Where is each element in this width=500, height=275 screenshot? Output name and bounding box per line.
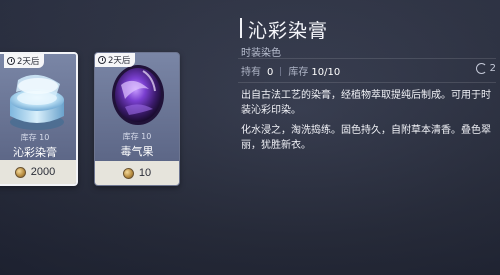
- item-price: 2000: [30, 166, 56, 178]
- item-name: 毒气果: [120, 145, 154, 158]
- refresh-icon: [475, 63, 487, 74]
- price-bar: 10: [95, 161, 179, 185]
- item-stock: 库存 10: [122, 132, 152, 141]
- item-detail-title: 沁彩染膏: [248, 20, 329, 42]
- item-stats: 持有 0 库存 10/10: [241, 63, 496, 78]
- item-stock: 库存 10: [20, 133, 50, 142]
- item-description: 出自古法工艺的染膏，经植物萃取提纯后制成。可用于时装沁彩印染。 化水浸之，淘洗捣…: [241, 88, 496, 158]
- stat-divider: [280, 67, 282, 76]
- owned-value: 0: [267, 67, 274, 78]
- time-limit-text: 2天后: [108, 56, 131, 66]
- dye-jar-icon: [10, 74, 64, 130]
- price-bar: 2000: [0, 160, 76, 184]
- stock-value: 10/10: [311, 67, 341, 78]
- item-price: 10: [138, 167, 152, 179]
- shop-item-card[interactable]: 2天后 库存 10 毒气果 10: [94, 52, 180, 186]
- time-limit-tag: 2天后: [95, 53, 136, 67]
- title-accent-bar: [240, 18, 242, 38]
- coin-icon: [14, 166, 26, 178]
- divider: [238, 82, 496, 83]
- shop-item-card[interactable]: 2天后 库存 10 沁彩染膏 2000: [0, 52, 78, 186]
- item-category: 时装染色: [241, 48, 281, 59]
- clock-icon: [7, 57, 15, 65]
- divider: [238, 58, 496, 59]
- time-limit-tag: 2天后: [4, 54, 45, 68]
- description-paragraph: 出自古法工艺的染膏，经植物萃取提纯后制成。可用于时装沁彩印染。: [241, 90, 491, 116]
- owned-label: 持有: [241, 67, 261, 78]
- time-limit-text: 2天后: [17, 57, 40, 67]
- poison-fruit-icon: [112, 65, 164, 125]
- refresh-value: 2: [489, 63, 496, 74]
- description-paragraph: 化水浸之，淘洗捣练。固色持久，自附草本清香。叠色翠丽，犹胜新衣。: [241, 125, 491, 151]
- item-name: 沁彩染膏: [13, 146, 57, 159]
- stock-label: 库存: [288, 67, 309, 78]
- coin-icon: [122, 167, 134, 179]
- clock-icon: [98, 56, 106, 64]
- refresh-counter: 2: [475, 63, 496, 74]
